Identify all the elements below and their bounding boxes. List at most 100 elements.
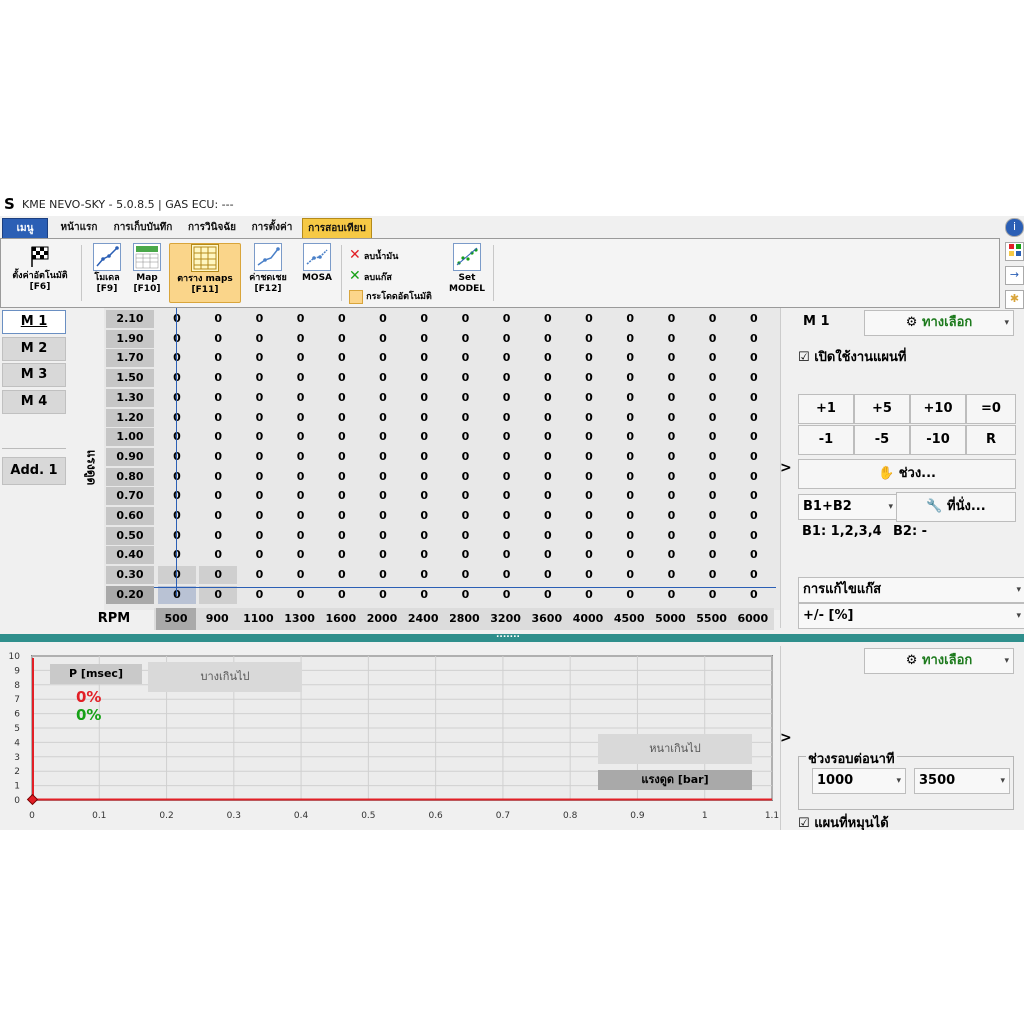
map-cell[interactable]: 0 — [615, 312, 645, 325]
map-cell[interactable]: 0 — [327, 509, 357, 522]
delete-gas-button[interactable]: ✕ ลบแก๊ส — [349, 268, 392, 284]
tab-calibration[interactable]: การสอบเทียบ — [302, 218, 372, 239]
map-cell[interactable]: 0 — [739, 509, 769, 522]
map-cell[interactable]: 0 — [656, 588, 686, 601]
map-cell[interactable]: 0 — [533, 312, 563, 325]
map-cell[interactable]: 0 — [574, 548, 604, 561]
map-cell[interactable]: 0 — [615, 529, 645, 542]
map-cell[interactable]: 0 — [574, 450, 604, 463]
map-cell[interactable]: 0 — [533, 351, 563, 364]
map-cell[interactable]: 0 — [286, 489, 316, 502]
map-cell[interactable]: 0 — [244, 312, 274, 325]
map-cell[interactable]: 0 — [656, 351, 686, 364]
map-cell[interactable]: 0 — [698, 529, 728, 542]
gas-correction-dropdown[interactable]: การแก้ไขแก๊ส ▾ — [798, 577, 1024, 603]
map-cell[interactable]: 0 — [574, 430, 604, 443]
map-cell[interactable]: 0 — [162, 371, 192, 384]
map-cell[interactable]: 0 — [450, 529, 480, 542]
map-cell[interactable]: 0 — [409, 489, 439, 502]
range-button[interactable]: ✋ ช่วง... — [798, 459, 1016, 489]
map-cell[interactable]: 0 — [698, 312, 728, 325]
map-cell[interactable]: 0 — [244, 371, 274, 384]
options-dropdown[interactable]: ⚙ ทางเลือก ▾ — [864, 310, 1014, 336]
map-cell[interactable]: 0 — [492, 509, 522, 522]
palette-icon[interactable] — [1005, 242, 1024, 261]
map-cell[interactable]: 0 — [203, 312, 233, 325]
map-cell[interactable]: 0 — [615, 470, 645, 483]
map-cell[interactable]: 0 — [492, 351, 522, 364]
rpm-min-dropdown[interactable]: 1000 ▾ — [812, 768, 906, 794]
map-cell[interactable]: 0 — [615, 489, 645, 502]
map-cell[interactable]: 0 — [162, 411, 192, 424]
rpm-max-dropdown[interactable]: 3500 ▾ — [914, 768, 1010, 794]
map-cell[interactable]: 0 — [203, 548, 233, 561]
map-cell[interactable]: 0 — [450, 351, 480, 364]
map-cell[interactable]: 0 — [574, 568, 604, 581]
map-cell[interactable]: 0 — [203, 391, 233, 404]
map-cell[interactable]: 0 — [615, 568, 645, 581]
map-cell[interactable]: 0 — [450, 489, 480, 502]
map-cell[interactable]: 0 — [327, 332, 357, 345]
delete-petrol-button[interactable]: ✕ ลบน้ำมัน — [349, 247, 398, 263]
map-cell[interactable]: 0 — [615, 371, 645, 384]
map-cell[interactable]: 0 — [286, 509, 316, 522]
increment-1-button[interactable]: +1 — [798, 394, 854, 424]
map-cell[interactable]: 0 — [327, 312, 357, 325]
map-cell[interactable]: 0 — [615, 332, 645, 345]
expand-panel-button[interactable]: > — [780, 460, 794, 476]
map-cell[interactable]: 0 — [533, 548, 563, 561]
map-cell[interactable]: 0 — [739, 430, 769, 443]
map-cell[interactable]: 0 — [368, 332, 398, 345]
increment-10-button[interactable]: +10 — [910, 394, 966, 424]
map-cell[interactable]: 0 — [533, 430, 563, 443]
map-cell[interactable]: 0 — [492, 391, 522, 404]
map-cell[interactable]: 0 — [615, 450, 645, 463]
map-cell[interactable]: 0 — [450, 312, 480, 325]
map-cell[interactable]: 0 — [327, 411, 357, 424]
map-cell[interactable]: 0 — [698, 332, 728, 345]
map-cell[interactable]: 0 — [162, 548, 192, 561]
map-cell[interactable]: 0 — [492, 529, 522, 542]
map-cell[interactable]: 0 — [656, 411, 686, 424]
map-cell[interactable]: 0 — [615, 430, 645, 443]
map-cell[interactable]: 0 — [450, 332, 480, 345]
map-cell[interactable]: 0 — [656, 391, 686, 404]
map-cell[interactable]: 0 — [450, 450, 480, 463]
map-cell[interactable]: 0 — [450, 548, 480, 561]
map-cell[interactable]: 0 — [409, 509, 439, 522]
map-cell[interactable]: 0 — [368, 411, 398, 424]
map-cell[interactable]: 0 — [450, 470, 480, 483]
compensation-button[interactable]: ค่าชดเชย [F12] — [243, 243, 293, 295]
map-cell[interactable]: 0 — [656, 430, 686, 443]
map-cell[interactable]: 0 — [409, 450, 439, 463]
map-cell[interactable]: 0 — [533, 470, 563, 483]
map-cell[interactable]: 0 — [203, 371, 233, 384]
map-cell[interactable]: 0 — [327, 489, 357, 502]
map-cell[interactable]: 0 — [656, 509, 686, 522]
map-cell[interactable]: 0 — [450, 411, 480, 424]
map-cell[interactable]: 0 — [698, 588, 728, 601]
unit-dropdown[interactable]: +/- [%] ▾ — [798, 603, 1024, 629]
bottom-options-dropdown[interactable]: ⚙ ทางเลือก ▾ — [864, 648, 1014, 674]
map-cell[interactable]: 0 — [409, 588, 439, 601]
map-cell[interactable]: 0 — [368, 371, 398, 384]
bank-dropdown[interactable]: B1+B2 ▾ — [798, 494, 898, 520]
rotatable-map-checkbox[interactable]: ☑ แผนที่หมุนได้ — [798, 812, 889, 830]
arrow-icon[interactable]: → — [1005, 266, 1024, 285]
map-button-m2[interactable]: M 2 — [2, 337, 66, 361]
map-cell[interactable]: 0 — [739, 391, 769, 404]
map-cell[interactable]: 0 — [162, 332, 192, 345]
seat-button[interactable]: 🔧 ที่นั่ง... — [896, 492, 1016, 522]
auto-calibration-button[interactable]: ตั้งค่าอัตโนมัติ [F6] — [5, 243, 75, 293]
map-cell[interactable]: 0 — [158, 585, 196, 604]
map-cell[interactable]: 0 — [739, 529, 769, 542]
map-cell[interactable]: 0 — [409, 529, 439, 542]
map-cell[interactable]: 0 — [244, 529, 274, 542]
map-cell[interactable]: 0 — [574, 351, 604, 364]
map-cell[interactable]: 0 — [244, 568, 274, 581]
map-cell[interactable]: 0 — [368, 351, 398, 364]
map-cell[interactable]: 0 — [203, 332, 233, 345]
map-cell[interactable]: 0 — [286, 430, 316, 443]
map-cell[interactable]: 0 — [286, 470, 316, 483]
map-cell[interactable]: 0 — [162, 529, 192, 542]
